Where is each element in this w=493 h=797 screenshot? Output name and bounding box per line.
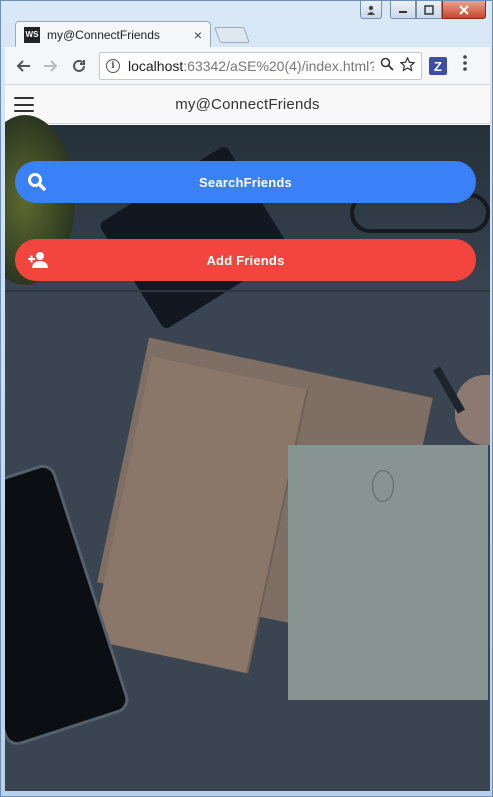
user-profile-icon[interactable] — [360, 1, 382, 19]
url-text[interactable]: localhost:63342/aSE%20(4)/index.html? — [128, 58, 374, 74]
background-image — [5, 115, 490, 791]
close-window-button[interactable] — [442, 1, 486, 19]
search-friends-label: SearchFriends — [199, 174, 292, 190]
forward-arrow-icon[interactable] — [37, 52, 65, 80]
tab-title: my@ConnectFriends — [47, 27, 160, 42]
window-caption-buttons — [360, 1, 486, 19]
address-bar[interactable]: i localhost:63342/aSE%20(4)/index.html? — [99, 52, 422, 80]
webstorm-favicon-icon: WS — [24, 26, 40, 43]
page-viewport: my@ConnectFriends SearchFriends Add Frie… — [5, 85, 490, 791]
url-path: :63342/aSE%20(4)/index.html? — [183, 58, 374, 74]
menu-hamburger-icon[interactable] — [14, 97, 34, 112]
zoom-icon[interactable] — [380, 57, 394, 75]
browser-toolbar: i localhost:63342/aSE%20(4)/index.html? … — [5, 47, 490, 85]
add-person-icon — [27, 250, 48, 270]
tab-active[interactable]: WS my@ConnectFriends × — [15, 21, 211, 47]
search-icon — [27, 172, 47, 192]
add-friends-label: Add Friends — [206, 252, 285, 268]
browser-window: WS my@ConnectFriends × i localhost:63342… — [0, 0, 493, 797]
app-header: my@ConnectFriends — [5, 85, 490, 124]
reload-icon[interactable] — [65, 52, 93, 80]
search-friends-button[interactable]: SearchFriends — [15, 161, 476, 203]
tab-strip: WS my@ConnectFriends × — [1, 21, 493, 47]
bookmark-star-icon[interactable] — [399, 55, 416, 76]
minimize-button[interactable] — [390, 1, 416, 19]
new-tab-button[interactable] — [214, 27, 250, 43]
tab-close-icon[interactable]: × — [194, 27, 202, 43]
app-title: my@ConnectFriends — [175, 95, 320, 113]
back-arrow-icon[interactable] — [9, 52, 37, 80]
add-friends-button[interactable]: Add Friends — [15, 239, 476, 281]
maximize-button[interactable] — [416, 1, 442, 19]
url-host: localhost — [128, 58, 184, 74]
info-icon[interactable]: i — [106, 59, 120, 73]
extension-icon[interactable]: Z — [429, 57, 447, 75]
browser-menu-icon[interactable] — [463, 55, 467, 71]
